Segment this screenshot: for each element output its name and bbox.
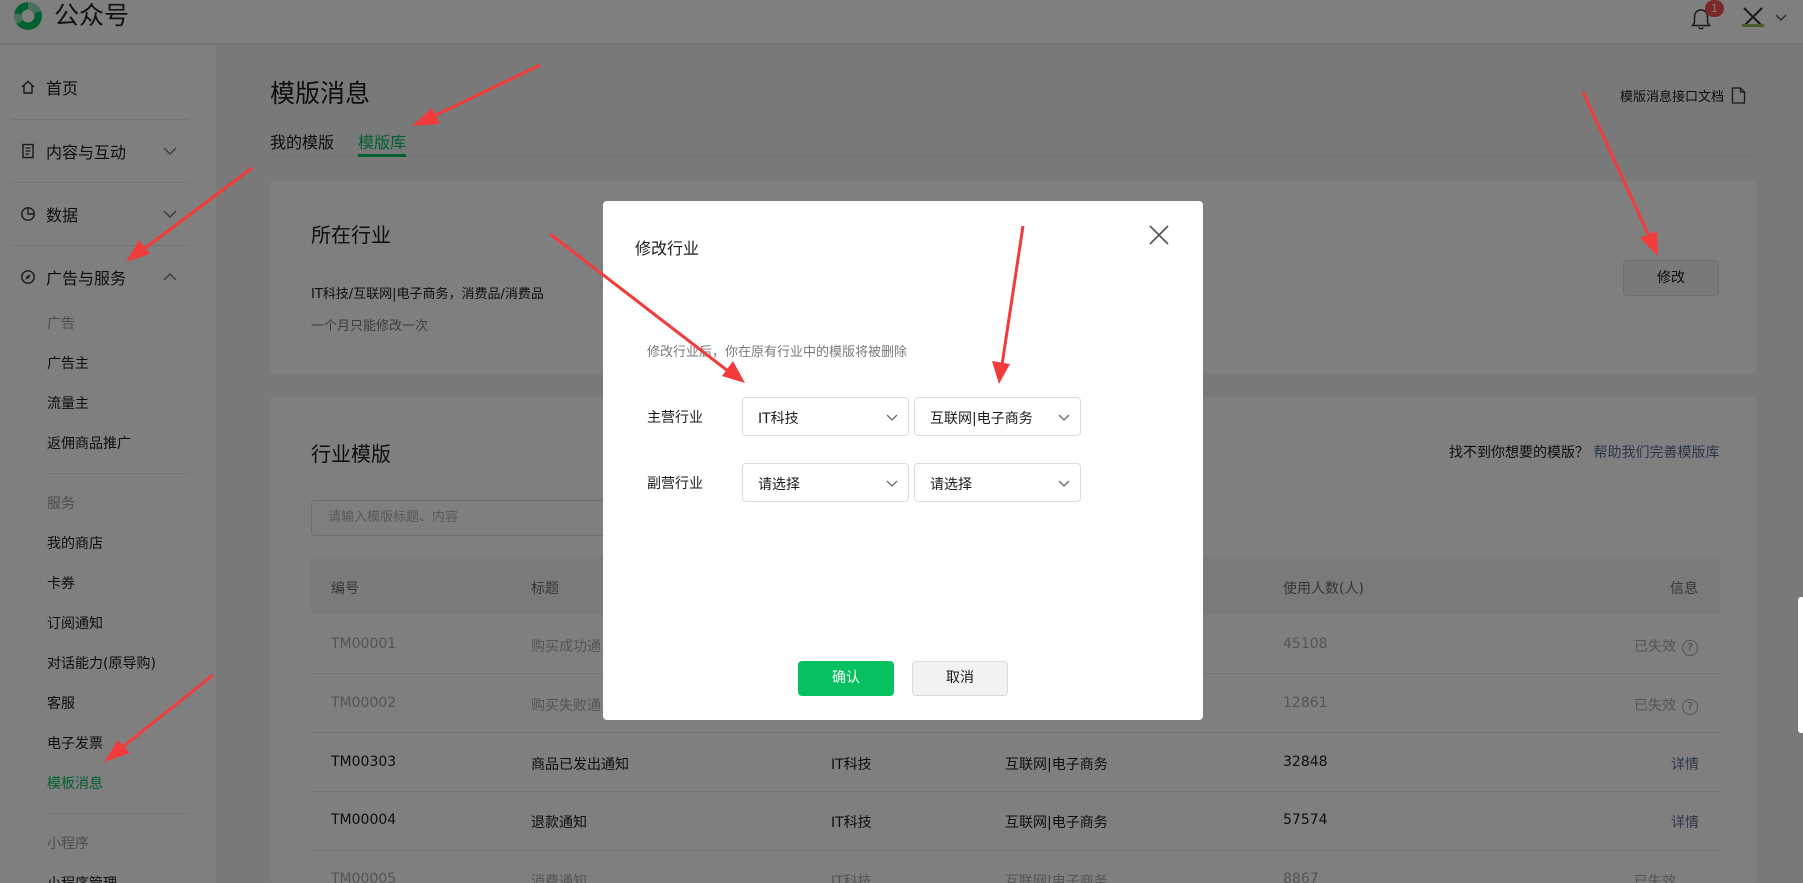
chevron-down-icon	[886, 480, 898, 487]
dialog-title: 修改行业	[635, 239, 700, 258]
select-value: 互联网|电子商务	[930, 411, 1033, 427]
modify-industry-dialog: 修改行业 修改行业后，你在原有行业中的模版将被删除 主营行业 IT科技 互联网|…	[603, 201, 1203, 720]
secondary-industry-select-1[interactable]: 请选择	[742, 463, 909, 502]
secondary-industry-label: 副营行业	[647, 476, 703, 492]
chevron-down-icon	[1058, 480, 1070, 487]
primary-industry-select-2[interactable]: 互联网|电子商务	[914, 397, 1081, 436]
page-scrollbar[interactable]	[1798, 597, 1803, 733]
secondary-industry-select-2[interactable]: 请选择	[914, 463, 1081, 502]
cancel-button[interactable]: 取消	[912, 661, 1008, 696]
chevron-down-icon	[1058, 414, 1070, 421]
confirm-button[interactable]: 确认	[798, 661, 894, 696]
select-value: IT科技	[758, 411, 799, 427]
primary-industry-select-1[interactable]: IT科技	[742, 397, 909, 436]
dialog-warning: 修改行业后，你在原有行业中的模版将被删除	[647, 345, 908, 360]
chevron-down-icon	[886, 414, 898, 421]
select-value: 请选择	[758, 477, 800, 493]
close-icon[interactable]	[1148, 224, 1170, 246]
select-value: 请选择	[930, 477, 972, 493]
primary-industry-label: 主营行业	[647, 410, 703, 426]
